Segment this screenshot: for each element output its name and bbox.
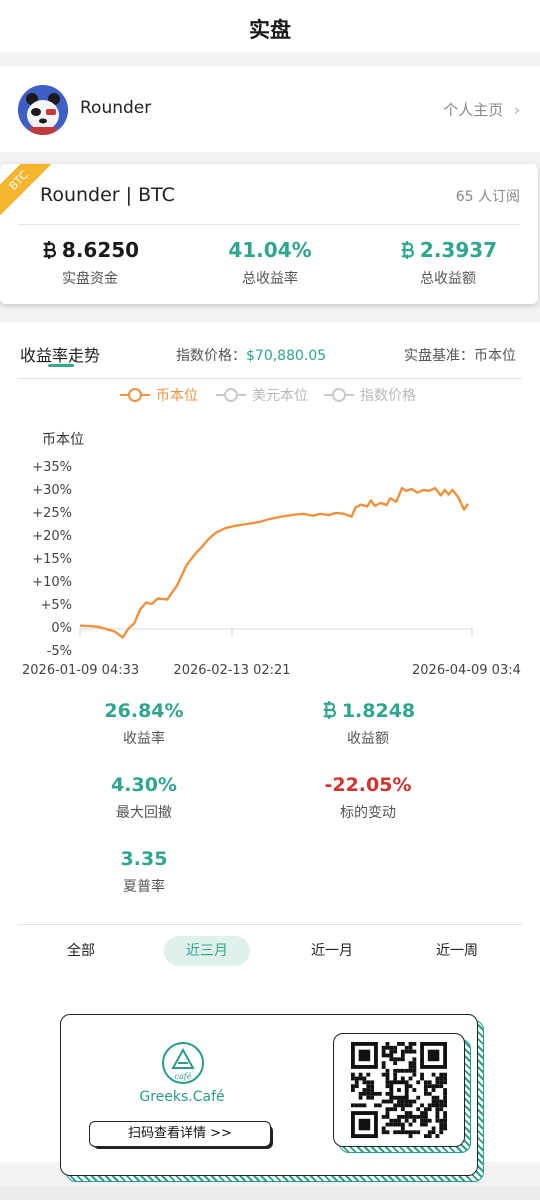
bottom-strip xyxy=(0,1186,540,1200)
index-price-value: $70,880.05 xyxy=(246,348,327,364)
metric-value: 1.8248 xyxy=(278,700,458,722)
profile-home-label: 个人主页 xyxy=(443,101,504,119)
top-bar: 实盘 xyxy=(0,0,540,52)
tab-return-trend[interactable]: 收益率走势 xyxy=(20,342,100,366)
metric-label: 标的变动 xyxy=(340,805,396,821)
range-option[interactable]: 近一周 xyxy=(414,936,500,966)
metric-item: 3.35 夏普率 xyxy=(54,848,234,896)
metric-label: 夏普率 xyxy=(123,879,165,895)
stat-label: 总收益率 xyxy=(242,271,298,287)
y-tick-label: 0% xyxy=(51,621,72,636)
return-chart: 币本位 +35% +30% +25% +20% +15% +10% +5% 0% -5% 2026-… xyxy=(22,432,521,678)
chevron-right-icon: › xyxy=(514,101,520,119)
index-price-label: 指数价格： xyxy=(176,348,246,364)
x-tick-label: 2026-04-09 03:4 xyxy=(412,663,521,678)
subscriber-count: 65 人订阅 xyxy=(455,189,520,205)
qr-code-icon xyxy=(351,1042,447,1138)
portfolio-stat: 2.3937 总收益额 xyxy=(358,238,538,288)
legend-marker-icon xyxy=(324,388,354,402)
stat-label: 实盘资金 xyxy=(62,271,118,287)
profile-home-link[interactable]: 个人主页 › xyxy=(443,99,520,120)
legend-label: 指数价格 xyxy=(360,388,416,404)
page-title: 实盘 xyxy=(249,18,291,42)
metric-value: 26.84% xyxy=(54,700,234,722)
metric-item: 1.8248 收益额 xyxy=(278,700,458,748)
portfolio-card[interactable]: BTC Rounder | BTC 65 人订阅 8.6250 实盘资金 41.04… xyxy=(0,164,538,304)
greeks-cafe-logo-icon: café xyxy=(162,1042,204,1084)
brand-name: Greeks.Café xyxy=(139,1089,225,1105)
range-option[interactable]: 全部 xyxy=(38,936,124,966)
x-tick-label: 2026-01-09 04:33 xyxy=(22,663,139,678)
range-option[interactable]: 近一月 xyxy=(289,936,375,966)
section-divider xyxy=(18,378,522,379)
legend-marker-icon xyxy=(120,388,150,402)
bitcoin-icon xyxy=(43,240,56,260)
legend-item[interactable]: 指数价格 xyxy=(324,385,416,405)
stat-value: 41.04% xyxy=(180,238,360,262)
promo-banner[interactable]: café Greeks.Café 扫码查看详情 >> xyxy=(60,1014,478,1176)
avatar[interactable] xyxy=(18,85,68,135)
y-tick-label: -5% xyxy=(47,644,72,659)
metric-item: 4.30% 最大回撤 xyxy=(54,774,234,822)
portfolio-stat: 41.04% 总收益率 xyxy=(180,238,360,288)
index-price: 指数价格：$70,880.05 xyxy=(176,345,326,365)
return-series-line xyxy=(79,486,470,639)
legend-label: 美元本位 xyxy=(252,388,308,404)
y-tick-label: +35% xyxy=(32,460,72,475)
stat-value: 8.6250 xyxy=(0,238,180,262)
y-tick-label: +25% xyxy=(32,506,72,521)
bitcoin-icon xyxy=(323,700,336,720)
profile-row[interactable]: Rounder 个人主页 › xyxy=(0,66,540,152)
y-tick-label: +10% xyxy=(32,575,72,590)
stat-label: 总收益额 xyxy=(420,271,476,287)
profile-name: Rounder xyxy=(80,98,152,118)
metric-value: -22.05% xyxy=(278,774,458,796)
metric-item: 26.84% 收益率 xyxy=(54,700,234,748)
bitcoin-icon xyxy=(401,240,414,260)
basis-label: 实盘基准：币本位 xyxy=(404,348,516,364)
scan-details-button[interactable]: 扫码查看详情 >> xyxy=(89,1121,271,1147)
range-divider xyxy=(18,924,522,925)
qr-frame xyxy=(333,1033,465,1147)
logo-text: café xyxy=(175,1072,192,1081)
y-tick-label: +5% xyxy=(40,598,72,613)
legend-item[interactable]: 美元本位 xyxy=(216,385,308,405)
y-tick-label: +30% xyxy=(32,483,72,498)
x-tick-label: 2026-02-13 02:21 xyxy=(173,663,290,678)
legend-marker-icon xyxy=(216,388,246,402)
stat-value-text: 2.3937 xyxy=(419,238,498,262)
metric-item: -22.05% 标的变动 xyxy=(278,774,458,822)
y-axis-title: 币本位 xyxy=(42,432,84,448)
metric-value: 3.35 xyxy=(54,848,234,870)
legend-label: 币本位 xyxy=(156,388,198,404)
range-option[interactable]: 近三月 xyxy=(164,936,250,966)
metric-value: 4.30% xyxy=(54,774,234,796)
stat-value-text: 41.04% xyxy=(228,238,312,262)
metric-value-text: 4.30% xyxy=(111,774,177,796)
metric-value-text: 26.84% xyxy=(104,700,184,722)
tab-underline xyxy=(48,364,74,367)
metric-label: 收益率 xyxy=(123,731,165,747)
stat-value: 2.3937 xyxy=(358,238,538,262)
panda-avatar-icon xyxy=(18,85,68,135)
metric-value-text: 1.8248 xyxy=(341,700,416,722)
y-tick-label: +20% xyxy=(32,529,72,544)
y-tick-label: +15% xyxy=(32,552,72,567)
metric-label: 收益额 xyxy=(347,731,389,747)
metric-value-text: -22.05% xyxy=(324,774,412,796)
metric-value-text: 3.35 xyxy=(120,848,168,870)
portfolio-stat: 8.6250 实盘资金 xyxy=(0,238,180,288)
portfolio-title: Rounder | BTC xyxy=(40,184,175,206)
metric-label: 最大回撤 xyxy=(116,805,172,821)
card-divider xyxy=(18,224,520,225)
trend-section: 收益率走势 指数价格：$70,880.05 实盘基准：币本位 币本位 美元本位 指数… xyxy=(0,322,540,1182)
stat-value-text: 8.6250 xyxy=(61,238,140,262)
legend-item[interactable]: 币本位 xyxy=(120,385,198,405)
